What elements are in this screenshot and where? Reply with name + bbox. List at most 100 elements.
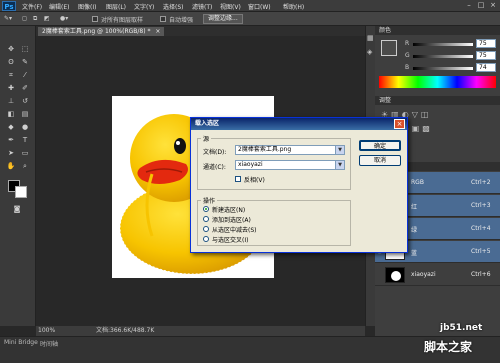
new-selection-icon[interactable]: ◻ <box>22 15 27 22</box>
menu-edit[interactable]: 编辑(E) <box>49 2 69 11</box>
menu-filter[interactable]: 滤镜(T) <box>192 2 212 11</box>
dialog-close-icon[interactable]: × <box>394 119 405 129</box>
channel-name: 红 <box>411 204 418 211</box>
brush-tool-icon[interactable]: ✐ <box>20 83 30 93</box>
source-group-label: 源 <box>201 134 212 143</box>
shape-tool-icon[interactable]: ▭ <box>20 148 30 158</box>
channel-name: 绿 <box>411 227 418 234</box>
new-selection-label: 新建选区(N) <box>212 207 246 214</box>
operation-group-label: 操作 <box>201 196 218 205</box>
clone-stamp-tool-icon[interactable]: ⊥ <box>6 96 16 106</box>
channel-shortcut: Ctrl+3 <box>471 202 491 209</box>
menu-file[interactable]: 文件(F) <box>22 2 42 11</box>
menu-layer[interactable]: 图层(L) <box>106 2 126 11</box>
eyedropper-tool-icon[interactable]: ⁄ <box>20 70 30 80</box>
document-label: 文档(D): <box>203 149 227 156</box>
color-slider-label-b: B <box>405 64 410 71</box>
blue-slider[interactable] <box>413 67 473 70</box>
document-tab[interactable]: 2魔棒套索工具.png @ 100%(RGB/8) * × <box>38 27 165 36</box>
cancel-button[interactable]: 取消 <box>359 155 401 166</box>
color-spectrum-ramp[interactable] <box>379 76 496 88</box>
green-slider[interactable] <box>413 55 473 58</box>
history-panel-icon[interactable]: ▦ <box>367 34 374 42</box>
intersect-selection-radio[interactable] <box>203 236 209 242</box>
refine-edge-button[interactable]: 调整边缘... <box>203 14 243 24</box>
subtract-selection-icon[interactable]: ◩ <box>44 15 50 22</box>
red-value[interactable]: 75 <box>476 39 496 48</box>
channel-shortcut: Ctrl+4 <box>471 225 491 232</box>
quick-mask-icon[interactable]: ◙ <box>12 204 22 214</box>
channel-select-value: xiaoyazi <box>238 161 263 168</box>
brush-size-icon[interactable]: ●▾ <box>60 15 68 22</box>
pen-tool-icon[interactable]: ✒ <box>6 135 16 145</box>
channel-label: 通道(C): <box>203 164 226 171</box>
background-color-swatch[interactable] <box>15 186 27 198</box>
quick-selection-tool-icon[interactable]: ✎ <box>20 57 30 67</box>
auto-enhance-label: 自动增强 <box>169 17 194 24</box>
status-bar: 100% 文档:366.6K/488.7K <box>36 326 365 336</box>
minimize-button[interactable]: – <box>464 1 474 10</box>
watermark-title: 脚本之家 <box>424 340 473 354</box>
color-panel-header[interactable]: 颜色 <box>375 26 500 35</box>
foreground-color-preview[interactable] <box>381 40 397 56</box>
sample-all-layers-label: 对所有图层取样 <box>101 17 144 24</box>
dropdown-arrow-icon[interactable]: ▼ <box>335 161 344 169</box>
blur-tool-icon[interactable]: ◆ <box>6 122 16 132</box>
path-selection-tool-icon[interactable]: ➤ <box>6 148 16 158</box>
red-slider[interactable] <box>413 43 473 46</box>
menu-view[interactable]: 视图(V) <box>220 2 241 11</box>
marquee-tool-icon[interactable]: ⬚ <box>20 44 30 54</box>
history-brush-tool-icon[interactable]: ↺ <box>20 96 30 106</box>
add-to-selection-radio[interactable] <box>203 216 209 222</box>
green-value[interactable]: 75 <box>476 51 496 60</box>
document-select-value: 2魔棒套索工具.png <box>238 146 292 153</box>
subtract-from-selection-radio[interactable] <box>203 226 209 232</box>
menu-window[interactable]: 窗口(W) <box>248 2 271 11</box>
channel-shortcut: Ctrl+2 <box>471 179 491 186</box>
close-tab-icon[interactable]: × <box>155 28 160 35</box>
menu-select[interactable]: 选择(S) <box>163 2 184 11</box>
eraser-tool-icon[interactable]: ◧ <box>6 109 16 119</box>
gradient-tool-icon[interactable]: ▤ <box>20 109 30 119</box>
blue-value[interactable]: 74 <box>476 63 496 72</box>
properties-panel-icon[interactable]: ◈ <box>367 48 372 56</box>
document-select[interactable]: 2魔棒套索工具.png ▼ <box>235 145 345 155</box>
load-selection-dialog: 载入选区 × 源 文档(D): 2魔棒套索工具.png ▼ 通道(C): xia… <box>190 117 408 253</box>
tab-timeline[interactable]: 时间轴 <box>40 339 58 348</box>
adjustments-panel-header[interactable]: 调整 <box>375 96 500 105</box>
quick-selection-tool-icon[interactable]: ✎▾ <box>4 15 12 22</box>
new-selection-radio[interactable] <box>203 206 209 212</box>
zoom-level[interactable]: 100% <box>38 326 55 336</box>
channel-name: xiaoyazi <box>411 271 436 278</box>
channel-shortcut: Ctrl+6 <box>471 271 491 278</box>
type-tool-icon[interactable]: T <box>20 135 30 145</box>
close-app-button[interactable]: × <box>488 1 498 10</box>
menu-help[interactable]: 帮助(H) <box>283 2 304 11</box>
dropdown-arrow-icon[interactable]: ▼ <box>335 146 344 154</box>
channel-row-alpha[interactable]: xiaoyazi Ctrl+6 <box>375 264 500 286</box>
auto-enhance-checkbox[interactable] <box>160 16 166 22</box>
intersect-selection-label: 与选区交叉(I) <box>212 237 249 244</box>
move-tool-icon[interactable]: ✥ <box>6 44 16 54</box>
tab-mini-bridge[interactable]: Mini Bridge <box>4 339 38 346</box>
menu-image[interactable]: 图像(I) <box>78 2 96 11</box>
channel-select[interactable]: xiaoyazi ▼ <box>235 160 345 170</box>
dodge-tool-icon[interactable]: ● <box>20 122 30 132</box>
menu-bar: Ps 文件(F) 编辑(E) 图像(I) 图层(L) 文字(Y) 选择(S) 滤… <box>0 0 500 12</box>
sample-all-layers-checkbox[interactable] <box>92 16 98 22</box>
add-selection-icon[interactable]: ⧉ <box>33 15 37 23</box>
invert-checkbox[interactable] <box>235 176 241 182</box>
toolbox: ✥ ⬚ ʘ ✎ ⌗ ⁄ ✚ ✐ ⊥ ↺ ◧ ▤ ◆ ● ✒ T ➤ ▭ ✋ ⌕ … <box>0 26 36 326</box>
document-size: 文档:366.6K/488.7K <box>96 327 155 334</box>
invert-label: 反相(V) <box>244 177 265 184</box>
healing-tool-icon[interactable]: ✚ <box>6 83 16 93</box>
crop-tool-icon[interactable]: ⌗ <box>6 70 16 80</box>
zoom-tool-icon[interactable]: ⌕ <box>20 161 30 171</box>
menu-type[interactable]: 文字(Y) <box>134 2 154 11</box>
hand-tool-icon[interactable]: ✋ <box>6 161 16 171</box>
lasso-tool-icon[interactable]: ʘ <box>6 57 16 67</box>
document-tab-title: 2魔棒套索工具.png @ 100%(RGB/8) * <box>42 28 151 35</box>
maximize-button[interactable]: □ <box>476 1 486 10</box>
photoshop-logo: Ps <box>2 1 16 11</box>
ok-button[interactable]: 确定 <box>359 140 401 151</box>
